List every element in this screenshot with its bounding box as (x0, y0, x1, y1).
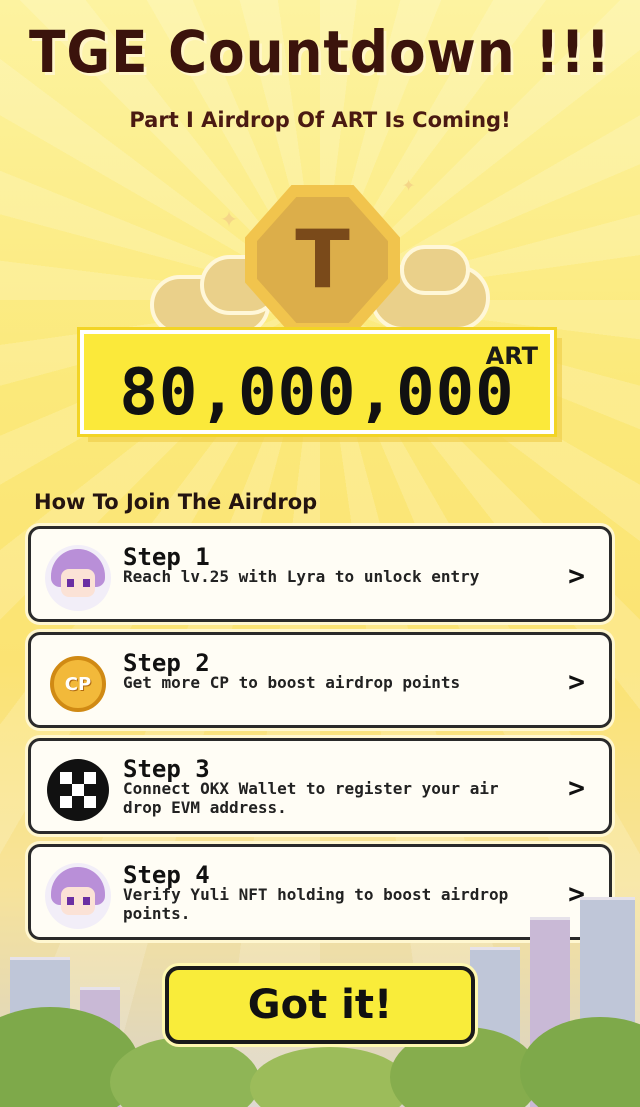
step-description: Get more CP to boost airdrop points (123, 673, 461, 692)
cp-coin-icon: CP (45, 651, 111, 717)
page-subtitle: Part I Airdrop Of ART Is Coming! (129, 108, 511, 132)
step-description: Reach lv.25 with Lyra to unlock entry (123, 567, 480, 586)
got-it-button[interactable]: Got it! (165, 966, 475, 1044)
step-card-2[interactable]: CP Step 2 Get more CP to boost airdrop p… (28, 632, 612, 728)
section-title: How To Join The Airdrop (34, 490, 318, 514)
lyra-avatar-icon (45, 545, 111, 611)
coin-glyph: T (295, 213, 350, 306)
okx-logo-icon (45, 757, 111, 823)
page-title: TGE Countdown !!! (29, 18, 611, 86)
step-card-3[interactable]: Step 3 Connect OKX Wallet to register yo… (28, 738, 612, 834)
chevron-right-icon: > (568, 559, 585, 592)
step-description: Connect OKX Wallet to register your air … (123, 779, 499, 817)
sparkle-icon: ✦ (220, 200, 239, 235)
airdrop-amount-panel: ART 80,000,000 (77, 327, 557, 437)
chevron-right-icon: > (568, 665, 585, 698)
sparkle-icon: ✦ (402, 172, 416, 197)
step-card-1[interactable]: Step 1 Reach lv.25 with Lyra to unlock e… (28, 526, 612, 622)
cp-coin-label: CP (50, 656, 106, 712)
airdrop-amount: 80,000,000 (119, 356, 515, 430)
chevron-right-icon: > (568, 771, 585, 804)
